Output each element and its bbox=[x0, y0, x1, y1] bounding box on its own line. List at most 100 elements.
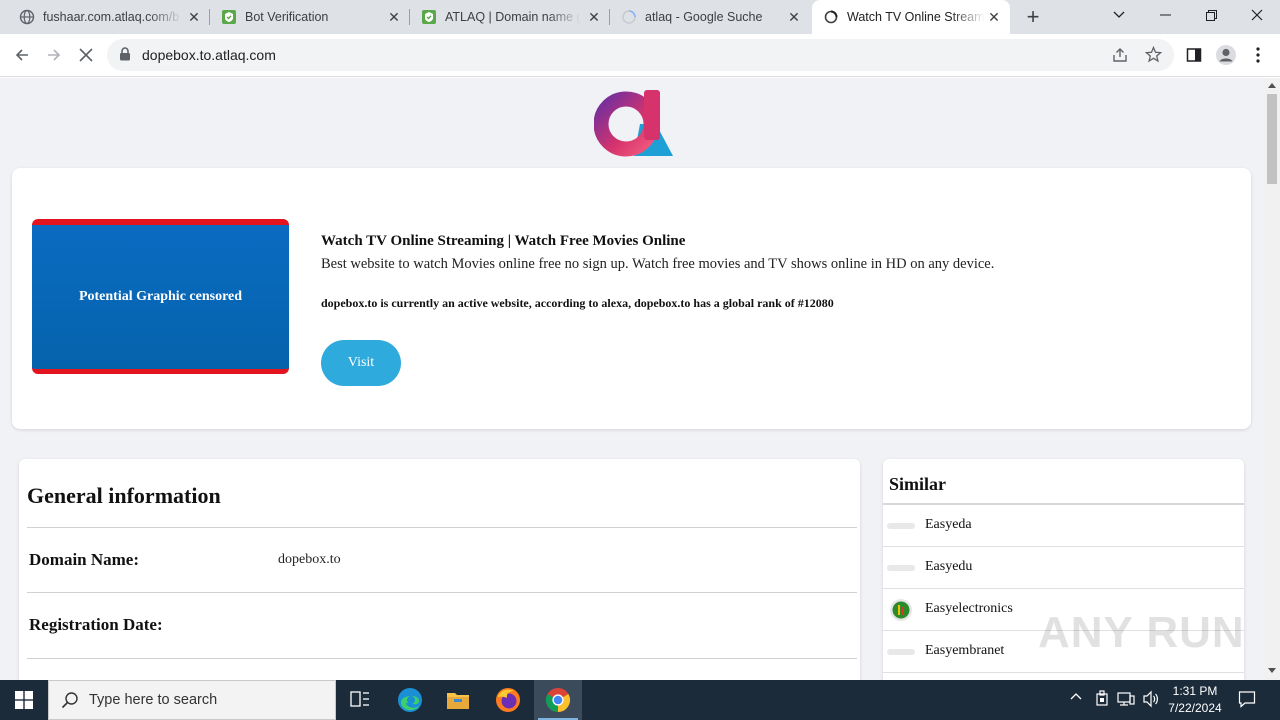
task-view-icon bbox=[350, 691, 369, 707]
close-tab-icon[interactable]: ✕ bbox=[986, 9, 1002, 25]
windows-logo-icon bbox=[15, 691, 33, 709]
menu-button[interactable] bbox=[1244, 41, 1272, 69]
tab-google-suche[interactable]: atlaq - Google Suche ✕ bbox=[610, 0, 810, 34]
new-tab-button[interactable]: + bbox=[1020, 4, 1046, 30]
scroll-up-icon[interactable] bbox=[1268, 83, 1276, 88]
arrow-left-icon bbox=[15, 49, 28, 61]
close-icon bbox=[79, 48, 93, 62]
arrow-right-icon bbox=[48, 49, 61, 61]
site-summary-card: Potential Graphic censored Watch TV Onli… bbox=[12, 168, 1251, 429]
general-information-panel: General information Domain Name: dopebox… bbox=[19, 459, 860, 680]
similar-item-name[interactable]: Easyedu bbox=[925, 559, 972, 575]
tab-title: fushaar.com.atlaq.com/b bbox=[43, 10, 180, 24]
chrome-icon bbox=[545, 688, 571, 712]
browser-toolbar: dopebox.to.atlaq.com bbox=[0, 34, 1280, 77]
clock-date: 7/22/2024 bbox=[1168, 701, 1222, 715]
similar-item-name[interactable]: Easyelectronics bbox=[925, 601, 1013, 617]
minimize-button[interactable] bbox=[1142, 0, 1188, 30]
star-icon[interactable] bbox=[1144, 45, 1163, 68]
back-button[interactable] bbox=[8, 41, 36, 69]
site-rank-note: dopebox.to is currently an active websit… bbox=[321, 296, 834, 310]
anyrun-watermark: ANY RUN bbox=[1038, 608, 1245, 657]
folder-icon bbox=[447, 693, 469, 709]
stop-loading-button[interactable] bbox=[72, 41, 100, 69]
restore-icon bbox=[1205, 9, 1217, 21]
shield-check-icon bbox=[221, 9, 237, 25]
scrollbar-thumb[interactable] bbox=[1267, 94, 1277, 184]
tab-bot-verification[interactable]: Bot Verification ✕ bbox=[210, 0, 410, 34]
section-heading: General information bbox=[27, 483, 221, 508]
easyelectronics-logo-icon bbox=[887, 598, 915, 622]
globe-icon bbox=[19, 9, 35, 25]
globe-icon bbox=[823, 9, 839, 25]
tab-title: Bot Verification bbox=[245, 10, 329, 24]
similar-item-easyeda[interactable]: Easyeda bbox=[883, 505, 1244, 547]
placeholder-icon bbox=[887, 514, 915, 538]
thumbnail-caption: Potential Graphic censored bbox=[78, 289, 243, 304]
site-title: Watch TV Online Streaming | Watch Free M… bbox=[321, 233, 686, 249]
tab-fushaar[interactable]: fushaar.com.atlaq.com/b ✕ bbox=[8, 0, 210, 34]
taskbar-chrome[interactable] bbox=[534, 680, 582, 720]
task-view-button[interactable] bbox=[336, 680, 384, 720]
notification-icon bbox=[1238, 691, 1256, 708]
page-scrollbar[interactable] bbox=[1264, 78, 1280, 680]
shield-check-icon bbox=[421, 9, 437, 25]
notifications-button[interactable] bbox=[1238, 690, 1256, 708]
similar-item-name[interactable]: Easyeda bbox=[925, 517, 972, 533]
tab-title: ATLAQ | Domain name g bbox=[445, 10, 581, 24]
tab-search-button[interactable] bbox=[1096, 0, 1142, 30]
close-tab-icon[interactable]: ✕ bbox=[786, 9, 802, 25]
search-icon bbox=[61, 691, 79, 714]
restore-button[interactable] bbox=[1188, 0, 1234, 30]
share-icon[interactable] bbox=[1112, 47, 1128, 68]
side-panel-icon bbox=[1186, 48, 1202, 62]
close-window-button[interactable] bbox=[1234, 0, 1280, 30]
profile-button[interactable] bbox=[1212, 41, 1240, 69]
tab-title: Watch TV Online Streami bbox=[847, 10, 985, 24]
network-icon[interactable] bbox=[1117, 690, 1135, 708]
address-bar[interactable]: dopebox.to.atlaq.com bbox=[107, 39, 1174, 71]
taskbar-search-box[interactable]: Type here to search bbox=[48, 680, 336, 720]
site-thumbnail: Potential Graphic censored bbox=[32, 219, 289, 374]
windows-taskbar: Type here to search 1:31 PM 7/22/2024 bbox=[0, 680, 1280, 720]
chevron-up-icon bbox=[1070, 693, 1082, 700]
placeholder-icon bbox=[887, 640, 915, 664]
taskbar-edge[interactable] bbox=[386, 680, 434, 720]
close-tab-icon[interactable]: ✕ bbox=[586, 9, 602, 25]
divider bbox=[27, 592, 857, 593]
side-panel-button[interactable] bbox=[1180, 41, 1208, 69]
more-vertical-icon bbox=[1256, 47, 1260, 63]
site-logo[interactable] bbox=[593, 86, 674, 158]
tab-title: atlaq - Google Suche bbox=[645, 10, 763, 24]
close-tab-icon[interactable]: ✕ bbox=[386, 9, 402, 25]
clock-time: 1:31 PM bbox=[1172, 684, 1218, 698]
lock-icon[interactable] bbox=[119, 47, 131, 66]
site-description: Best website to watch Movies online free… bbox=[321, 256, 995, 272]
show-hidden-icons-button[interactable] bbox=[1070, 692, 1082, 700]
start-button[interactable] bbox=[0, 680, 48, 720]
taskbar-search-placeholder[interactable]: Type here to search bbox=[89, 692, 217, 708]
info-label-domain-name: Domain Name: bbox=[29, 550, 140, 569]
firefox-icon bbox=[496, 688, 520, 712]
placeholder-icon bbox=[887, 556, 915, 580]
info-label-registration-date: Registration Date: bbox=[29, 615, 163, 634]
security-tray-icon[interactable] bbox=[1095, 690, 1109, 708]
chevron-down-icon bbox=[1113, 11, 1125, 18]
address-text[interactable]: dopebox.to.atlaq.com bbox=[142, 47, 276, 63]
tab-atlaq[interactable]: ATLAQ | Domain name g ✕ bbox=[410, 0, 610, 34]
taskbar-clock[interactable]: 1:31 PM 7/22/2024 bbox=[1158, 683, 1232, 717]
close-icon bbox=[1251, 9, 1263, 21]
edge-icon bbox=[398, 688, 422, 712]
forward-button[interactable] bbox=[40, 41, 68, 69]
taskbar-file-explorer[interactable] bbox=[434, 680, 482, 720]
close-tab-icon[interactable]: ✕ bbox=[186, 9, 202, 25]
visit-button[interactable]: Visit bbox=[321, 340, 401, 386]
section-heading: Similar bbox=[889, 474, 946, 494]
tab-strip: fushaar.com.atlaq.com/b ✕ Bot Verificati… bbox=[0, 0, 1280, 34]
similar-item-name[interactable]: Easyembranet bbox=[925, 643, 1004, 659]
similar-item-easyedu[interactable]: Easyedu bbox=[883, 547, 1244, 589]
taskbar-firefox[interactable] bbox=[484, 680, 532, 720]
minimize-icon bbox=[1159, 14, 1171, 16]
scroll-down-icon[interactable] bbox=[1268, 668, 1276, 673]
tab-watch-tv[interactable]: Watch TV Online Streami ✕ bbox=[812, 0, 1010, 34]
